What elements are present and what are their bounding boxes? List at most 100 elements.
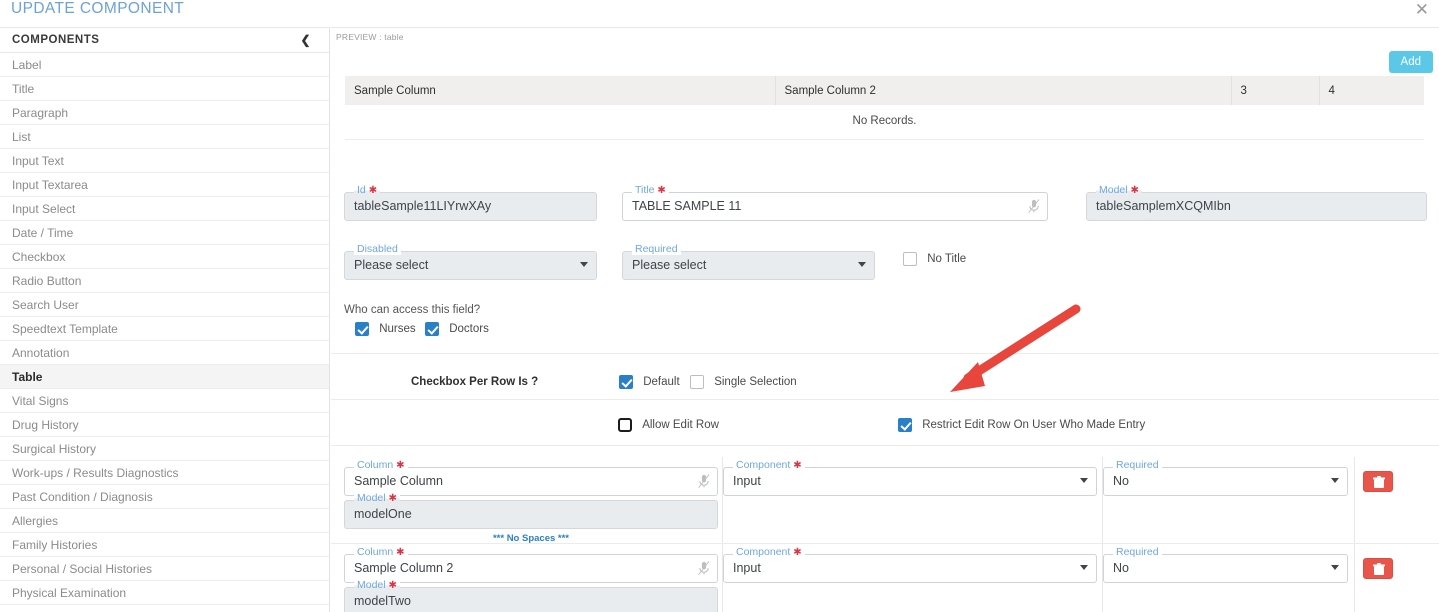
chevron-left-icon[interactable]: ❮: [300, 28, 311, 53]
sidebar-item-allergies[interactable]: Allergies: [0, 509, 329, 533]
sidebar-item-surgical-history[interactable]: Surgical History: [0, 437, 329, 461]
sidebar-item-label: Label: [12, 58, 41, 72]
chevron-down-icon[interactable]: [580, 262, 588, 267]
column-component-select[interactable]: Component ✱Input: [723, 467, 1097, 496]
sidebar-item-label: Speedtext Template: [12, 322, 118, 336]
column-name-field[interactable]: Column ✱Sample Column: [344, 467, 718, 496]
sidebar-item-speedtext-template[interactable]: Speedtext Template: [0, 317, 329, 341]
column-required-value: No: [1113, 555, 1323, 582]
microphone-icon[interactable]: [697, 561, 711, 576]
sidebar-item-work-ups-results-diagnostics[interactable]: Work-ups / Results Diagnostics: [0, 461, 329, 485]
sidebar-item-past-condition-diagnosis[interactable]: Past Condition / Diagnosis: [0, 485, 329, 509]
sidebar-item-date-time[interactable]: Date / Time: [0, 221, 329, 245]
sidebar-item-list[interactable]: List: [0, 125, 329, 149]
sidebar-item-personal-social-histories[interactable]: Personal / Social Histories: [0, 557, 329, 581]
allow-edit-row-label: Allow Edit Row: [642, 419, 719, 431]
doctors-checkbox-label: Doctors: [449, 323, 489, 335]
sidebar-item-label: Search User: [12, 298, 79, 312]
checkbox-per-row-single[interactable]: Single Selection: [690, 375, 797, 389]
chevron-down-icon[interactable]: [858, 262, 866, 267]
close-icon[interactable]: ✕: [1415, 1, 1429, 18]
nurses-checkbox-box[interactable]: [355, 322, 369, 336]
access-option-doctors[interactable]: Doctors: [425, 322, 489, 336]
column-model-value: modelOne: [354, 501, 693, 528]
sidebar-item-annotation[interactable]: Annotation: [0, 341, 329, 365]
no-title-checkbox[interactable]: No Title: [903, 252, 966, 266]
components-sidebar: COMPONENTS ❮ LabelTitleParagraphListInpu…: [0, 27, 330, 612]
default-checkbox-box[interactable]: [619, 375, 633, 389]
trash-icon: [1373, 563, 1385, 576]
sidebar-item-label: Drug History: [12, 418, 79, 432]
preview-table: Sample ColumnSample Column 234 No Record…: [345, 76, 1424, 140]
sidebar-item-input-text[interactable]: Input Text: [0, 149, 329, 173]
single-selection-checkbox-label: Single Selection: [714, 376, 796, 388]
table-column-header: Sample Column: [345, 76, 775, 105]
sidebar-item-paragraph[interactable]: Paragraph: [0, 101, 329, 125]
sidebar-item-family-histories[interactable]: Family Histories: [0, 533, 329, 557]
single-selection-checkbox-box[interactable]: [690, 375, 704, 389]
sidebar-item-input-textarea[interactable]: Input Textarea: [0, 173, 329, 197]
chevron-down-icon[interactable]: [1331, 565, 1339, 570]
sidebar-item-label: Annotation: [12, 346, 69, 360]
doctors-checkbox-box[interactable]: [425, 322, 439, 336]
access-option-nurses[interactable]: Nurses: [355, 322, 416, 336]
main-panel: PREVIEW : table Add Sample ColumnSample …: [331, 27, 1439, 612]
sidebar-item-label: Date / Time: [12, 226, 73, 240]
allow-edit-row-checkbox-box[interactable]: [618, 418, 632, 432]
column-name-value: Sample Column: [354, 468, 693, 495]
model-field[interactable]: Model ✱ tableSamplemXCQMIbn: [1086, 192, 1427, 221]
chevron-down-icon[interactable]: [1080, 478, 1088, 483]
update-component-modal: UPDATE COMPONENT ✕ COMPONENTS ❮ LabelTit…: [0, 0, 1439, 612]
divider: [331, 399, 1439, 400]
checkbox-per-row-default[interactable]: Default: [619, 375, 680, 389]
sidebar-item-search-user[interactable]: Search User: [0, 293, 329, 317]
microphone-icon[interactable]: [697, 474, 711, 489]
restrict-edit-row-checkbox[interactable]: Restrict Edit Row On User Who Made Entry: [898, 418, 1145, 432]
column-component-value: Input: [733, 468, 1072, 495]
sidebar-item-label: Surgical History: [12, 442, 96, 456]
microphone-icon[interactable]: [1027, 199, 1041, 214]
preview-label: PREVIEW : table: [336, 32, 404, 42]
sidebar-item-label: Input Textarea: [12, 178, 88, 192]
sidebar-item-label[interactable]: Label: [0, 53, 329, 77]
table-empty-row: No Records.: [345, 105, 1424, 140]
sidebar-item-input-select[interactable]: Input Select: [0, 197, 329, 221]
add-button[interactable]: Add: [1389, 51, 1433, 73]
delete-column-button[interactable]: [1363, 558, 1393, 579]
id-field[interactable]: Id ✱ tableSample11LIYrwXAy: [344, 192, 597, 221]
sidebar-item-physical-examination[interactable]: Physical Examination: [0, 581, 329, 605]
sidebar-item-label: Work-ups / Results Diagnostics: [12, 466, 179, 480]
required-select[interactable]: Required Please select: [622, 251, 875, 280]
sidebar-item-radio-button[interactable]: Radio Button: [0, 269, 329, 293]
column-name-field[interactable]: Column ✱Sample Column 2: [344, 554, 718, 583]
delete-column-button[interactable]: [1363, 471, 1393, 492]
restrict-edit-row-label: Restrict Edit Row On User Who Made Entry: [922, 419, 1145, 431]
table-column-header-label: 3: [1241, 85, 1247, 97]
title-field[interactable]: Title ✱ TABLE SAMPLE 11: [622, 192, 1048, 221]
sidebar-item-drug-history[interactable]: Drug History: [0, 413, 329, 437]
checkbox-per-row-label: Checkbox Per Row Is ?: [411, 376, 538, 388]
column-required-select[interactable]: RequiredNo: [1103, 554, 1348, 583]
chevron-down-icon[interactable]: [1080, 565, 1088, 570]
sidebar-item-vital-signs[interactable]: Vital Signs: [0, 389, 329, 413]
chevron-down-icon[interactable]: [1331, 478, 1339, 483]
column-name-value: Sample Column 2: [354, 555, 693, 582]
table-column-header: Sample Column 2: [775, 76, 1231, 105]
column-model-field[interactable]: Model ✱modelOne: [344, 500, 718, 529]
column-definition-row: Column ✱Sample Column 2Model ✱modelTwo**…: [339, 544, 1431, 612]
column-model-field[interactable]: Model ✱modelTwo: [344, 587, 718, 612]
allow-edit-row-checkbox[interactable]: Allow Edit Row: [618, 418, 719, 432]
sidebar-item-title[interactable]: Title: [0, 77, 329, 101]
sidebar-item-table[interactable]: Table: [0, 365, 329, 389]
sidebar-item-label: Allergies: [12, 514, 58, 528]
table-column-header: 3: [1231, 76, 1319, 105]
sidebar-list: Label TitleParagraphListInput Text Input T…: [0, 53, 329, 605]
sidebar-item-checkbox[interactable]: Checkbox: [0, 245, 329, 269]
column-component-select[interactable]: Component ✱Input: [723, 554, 1097, 583]
no-title-checkbox-box[interactable]: [903, 252, 917, 266]
restrict-edit-row-checkbox-box[interactable]: [898, 418, 912, 432]
column-required-select[interactable]: RequiredNo: [1103, 467, 1348, 496]
column-definition-row: Column ✱Sample ColumnModel ✱modelOne*** …: [339, 457, 1431, 543]
column-component-value: Input: [733, 555, 1072, 582]
disabled-select[interactable]: Disabled Please select: [344, 251, 597, 280]
